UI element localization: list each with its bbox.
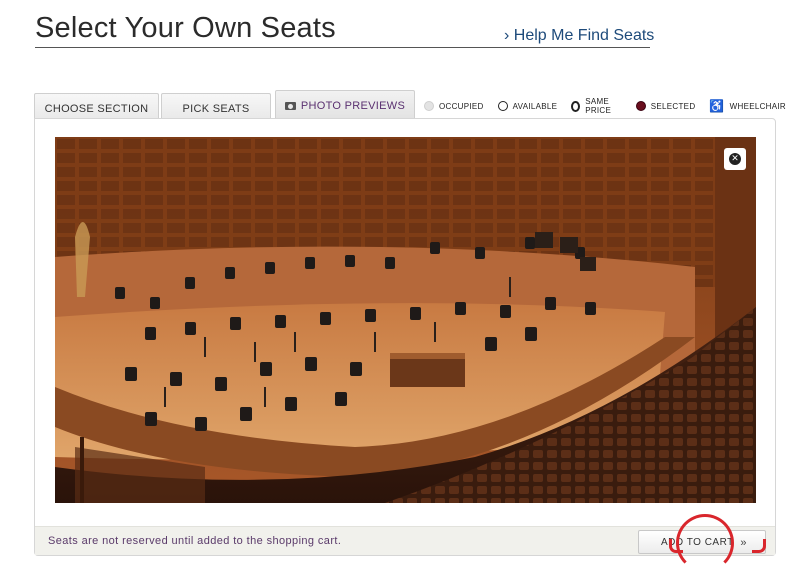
concert-hall-illustration (55, 137, 756, 503)
camera-icon (284, 102, 296, 110)
add-to-cart-label: ADD TO CART (661, 537, 734, 548)
legend-selected-label: SELECTED (650, 101, 696, 111)
conductor-podium (390, 357, 465, 387)
page-title: Select Your Own Seats (35, 12, 336, 44)
tab-choose-section[interactable]: CHOOSE SECTION (34, 93, 159, 119)
legend-occupied: OCCUPIED (424, 101, 484, 111)
tab-pick-seats[interactable]: PICK SEATS (161, 93, 271, 119)
seat-legend: OCCUPIED AVAILABLE SAME PRICE SELECTED ♿… (424, 97, 800, 115)
seat-view-photo (55, 137, 756, 503)
rail-post (80, 437, 84, 503)
legend-selected: SELECTED (635, 101, 696, 111)
title-divider (35, 47, 650, 48)
close-photo-button[interactable]: ✕ (724, 148, 746, 170)
chevron-right-icon: » (740, 537, 747, 549)
close-icon: ✕ (729, 153, 741, 165)
same-price-dot-icon (571, 100, 581, 112)
selected-dot-icon (635, 101, 646, 111)
legend-available-label: AVAILABLE (512, 101, 558, 111)
occupied-dot-icon (424, 101, 434, 111)
reservation-note: Seats are not reserved until added to th… (48, 535, 342, 547)
legend-same-price-label: SAME PRICE (585, 97, 612, 115)
wheelchair-icon: ♿ (709, 99, 725, 113)
tab-photo-previews-label: PHOTO PREVIEWS (300, 100, 406, 112)
legend-available: AVAILABLE (497, 101, 558, 111)
legend-same-price: SAME PRICE (571, 97, 621, 115)
podium-top (390, 353, 465, 359)
add-to-cart-button[interactable]: ADD TO CART » (638, 530, 766, 554)
legend-wheelchair-label: WHEELCHAIR (729, 101, 786, 111)
legend-wheelchair: ♿ WHEELCHAIR (709, 99, 786, 113)
available-dot-icon (497, 101, 508, 111)
legend-occupied-label: OCCUPIED (439, 101, 484, 111)
tab-photo-previews[interactable]: PHOTO PREVIEWS (275, 90, 415, 120)
help-me-find-seats-link[interactable]: › Help Me Find Seats (504, 27, 654, 45)
